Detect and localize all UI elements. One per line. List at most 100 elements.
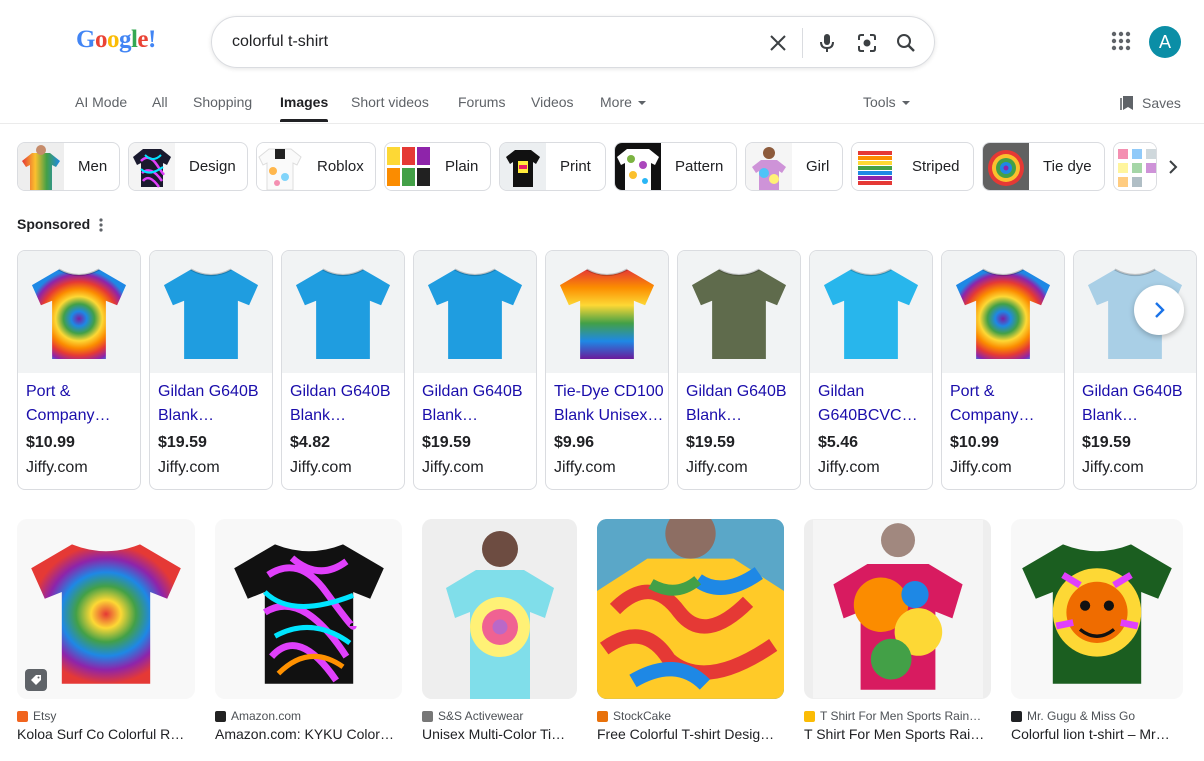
product-card[interactable]: Gildan G640B Blank… $19.59 Jiffy.com — [413, 250, 537, 490]
tab-more[interactable]: More — [600, 94, 646, 110]
apps-grid-icon[interactable] — [1110, 30, 1132, 52]
product-card[interactable]: Gildan G640B Blank… $4.82 Jiffy.com — [281, 250, 405, 490]
product-card[interactable]: Gildan G640B Blank… $19.59 Jiffy.com — [677, 250, 801, 490]
chip-label: Design — [189, 158, 236, 175]
product-title[interactable]: Gildan G640B Blank… — [158, 380, 268, 428]
image-result[interactable]: T Shirt For Men Sports Rain… T Shirt For … — [804, 519, 991, 742]
chip-striped-thumbnail — [852, 143, 898, 190]
product-store: Jiffy.com — [158, 459, 220, 476]
result-source[interactable]: T Shirt For Men Sports Rain… — [804, 709, 991, 723]
product-carousel: Port & Company… $10.99 Jiffy.com Gildan G64… — [0, 250, 1204, 491]
chip-roblox[interactable]: Roblox — [256, 142, 376, 191]
product-title[interactable]: Gildan G640B Blank… — [290, 380, 400, 428]
result-thumbnail[interactable] — [215, 519, 402, 699]
lens-icon[interactable] — [854, 30, 880, 56]
tab-all[interactable]: All — [152, 94, 168, 110]
google-logo[interactable]: Google! — [76, 26, 156, 54]
result-source[interactable]: S&S Activewear — [422, 709, 577, 723]
result-title[interactable]: Koloa Surf Co Colorful R… — [17, 726, 195, 742]
image-result[interactable]: Amazon.com Amazon.com: KYKU Color… — [215, 519, 402, 742]
chip-label: Girl — [806, 158, 830, 175]
result-thumbnail[interactable] — [422, 519, 577, 699]
account-avatar[interactable]: A — [1149, 26, 1181, 58]
image-result[interactable]: StockCake Free Colorful T-shirt Desig… — [597, 519, 784, 742]
chevron-down-icon — [637, 101, 646, 106]
product-card[interactable]: Gildan G640B Blank… $19.59 Jiffy.com — [149, 250, 273, 490]
result-thumbnail[interactable] — [804, 519, 991, 699]
chip-pattern[interactable]: Pattern — [614, 142, 737, 191]
tab-short-videos[interactable]: Short videos — [351, 94, 429, 110]
bookmark-icon — [1120, 96, 1133, 110]
refinement-chips: Men Design Roblox Plain Print Pattern Gi… — [0, 142, 1204, 192]
product-image — [295, 268, 391, 360]
result-source[interactable]: Mr. Gugu & Miss Go — [1011, 709, 1183, 723]
saves-button[interactable]: Saves — [1120, 95, 1181, 111]
chip-plain[interactable]: Plain — [384, 142, 491, 191]
search-divider — [802, 28, 803, 58]
search-box[interactable]: colorful t-shirt — [211, 16, 935, 68]
tab-forums[interactable]: Forums — [458, 94, 505, 110]
tab-ai-mode[interactable]: AI Mode — [75, 94, 127, 110]
product-image — [823, 268, 919, 360]
more-vert-icon[interactable] — [98, 218, 104, 232]
product-title[interactable]: Gildan G640B Blank… — [422, 380, 532, 428]
search-input[interactable]: colorful t-shirt — [232, 33, 328, 51]
image-result[interactable]: S&S Activewear Unisex Multi-Color Ti… — [422, 519, 577, 742]
product-title[interactable]: Gildan G640B Blank… — [686, 380, 796, 428]
product-card[interactable]: Tie-Dye CD100 Blank Unisex… $9.96 Jiffy.co… — [545, 250, 669, 490]
tab-videos[interactable]: Videos — [531, 94, 574, 110]
chip-pattern-thumbnail — [615, 143, 661, 190]
result-thumbnail[interactable] — [1011, 519, 1183, 699]
source-name: Mr. Gugu & Miss Go — [1027, 709, 1136, 723]
tab-more-label: More — [600, 94, 632, 110]
chip-design-thumbnail — [129, 143, 175, 190]
result-title[interactable]: Unisex Multi-Color Ti… — [422, 726, 577, 742]
mic-icon[interactable] — [814, 30, 840, 56]
source-name: StockCake — [613, 709, 672, 723]
result-title[interactable]: Free Colorful T-shirt Desig… — [597, 726, 784, 742]
logo-letter: G — [76, 26, 95, 53]
image-result[interactable]: Etsy Koloa Surf Co Colorful R… — [17, 519, 195, 742]
result-source[interactable]: StockCake — [597, 709, 784, 723]
result-thumbnail[interactable] — [17, 519, 195, 699]
chip-tie-dye[interactable]: Tie dye — [982, 142, 1105, 191]
result-source[interactable]: Amazon.com — [215, 709, 402, 723]
search-icon[interactable] — [893, 30, 919, 56]
product-title[interactable]: Port & Company… — [950, 380, 1060, 428]
tools-button[interactable]: Tools — [863, 94, 910, 110]
chip-label: Roblox — [317, 158, 364, 175]
chip-print[interactable]: Print — [499, 142, 606, 191]
tab-images[interactable]: Images — [280, 94, 328, 110]
product-card[interactable]: Gildan G640BCVC… $5.46 Jiffy.com — [809, 250, 933, 490]
chip-men[interactable]: Men — [17, 142, 120, 191]
product-image-frame — [810, 251, 932, 373]
chevron-right-icon[interactable] — [1162, 156, 1184, 178]
product-card[interactable]: Gildan G640B Blank… $19.59 Jiffy.com — [1073, 250, 1197, 490]
result-thumbnail[interactable] — [597, 519, 784, 699]
product-title[interactable]: Gildan G640B Blank… — [1082, 380, 1192, 428]
result-title[interactable]: Colorful lion t-shirt – Mr… — [1011, 726, 1183, 742]
product-title[interactable]: Gildan G640BCVC… — [818, 380, 928, 428]
result-source[interactable]: Etsy — [17, 709, 195, 723]
chip-label: Plain — [445, 158, 479, 175]
product-title[interactable]: Tie-Dye CD100 Blank Unisex… — [554, 380, 664, 428]
result-title[interactable]: Amazon.com: KYKU Color… — [215, 726, 402, 742]
result-title[interactable]: T Shirt For Men Sports Rai… — [804, 726, 991, 742]
tab-shopping[interactable]: Shopping — [193, 94, 252, 110]
product-tag-icon — [25, 669, 47, 691]
product-card[interactable]: Port & Company… $10.99 Jiffy.com — [17, 250, 141, 490]
image-result[interactable]: Mr. Gugu & Miss Go Colorful lion t-shirt … — [1011, 519, 1183, 742]
chip-girl[interactable]: Girl — [745, 142, 843, 191]
chip-men-thumbnail — [18, 143, 64, 190]
saves-label: Saves — [1142, 95, 1181, 111]
chip-label: Print — [560, 158, 591, 175]
close-icon[interactable] — [765, 30, 791, 56]
product-title[interactable]: Port & Company… — [26, 380, 136, 428]
chip-design[interactable]: Design — [128, 142, 248, 191]
chip-striped[interactable]: Striped — [851, 142, 974, 191]
carousel-next-button[interactable] — [1134, 285, 1184, 335]
source-name: T Shirt For Men Sports Rain… — [820, 709, 982, 723]
product-store: Jiffy.com — [554, 459, 616, 476]
product-card[interactable]: Port & Company… $10.99 Jiffy.com — [941, 250, 1065, 490]
chip-more[interactable] — [1113, 142, 1157, 191]
